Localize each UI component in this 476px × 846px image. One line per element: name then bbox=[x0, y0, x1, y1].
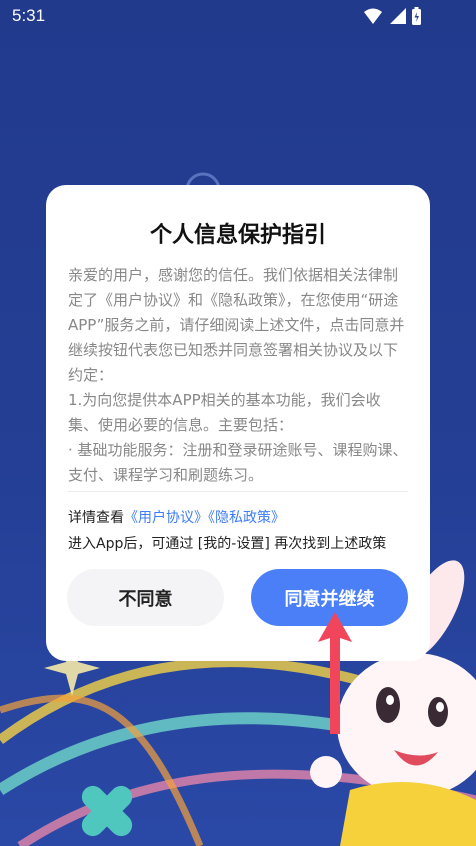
status-icons bbox=[364, 7, 421, 25]
status-time: 5:31 bbox=[12, 6, 46, 25]
detail-prefix: 详情查看 bbox=[68, 510, 124, 526]
signal-icon bbox=[390, 8, 406, 24]
dialog-title: 个人信息保护指引 bbox=[149, 223, 326, 248]
privacy-dialog: 个人信息保护指引 亲爱的用户，感谢您的信任。我们依据相关法律制定了《用户协议》和… bbox=[46, 185, 430, 661]
status-bar: 5:31 bbox=[0, 0, 476, 34]
battery-icon bbox=[412, 7, 421, 25]
pointer-arrow-icon bbox=[318, 612, 352, 734]
disagree-button[interactable]: 不同意 bbox=[67, 569, 224, 626]
entry-note: 进入App后，可通过 [我的-设置] 再次找到上述政策 bbox=[68, 536, 387, 552]
user-agreement-link[interactable]: 《用户协议》 bbox=[124, 510, 208, 526]
divider bbox=[68, 491, 408, 492]
policy-description: 亲爱的用户，感谢您的信任。我们依据相关法律制定了《用户协议》和《隐私政策》，在您… bbox=[68, 266, 408, 484]
dialog-body-text: 亲爱的用户，感谢您的信任。我们依据相关法律制定了《用户协议》和《隐私政策》，在您… bbox=[68, 263, 408, 485]
wifi-icon bbox=[364, 8, 382, 24]
detail-line: 详情查看《用户协议》《隐私政策》 bbox=[68, 507, 413, 527]
privacy-policy-link[interactable]: 《隐私政策》 bbox=[208, 510, 285, 526]
